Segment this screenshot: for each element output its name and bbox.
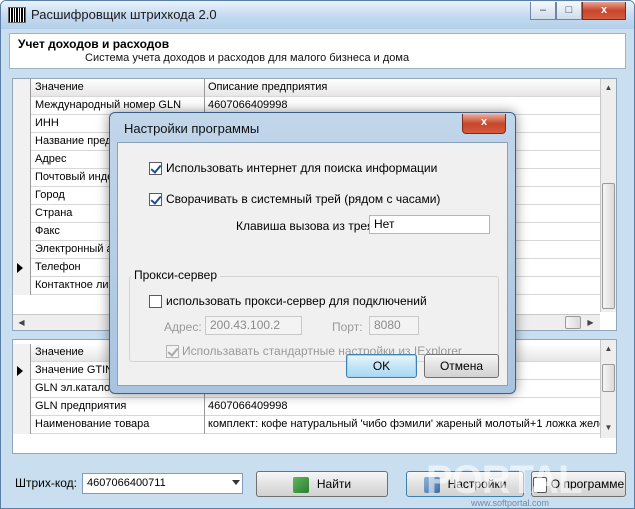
header-title: Учет доходов и расходов bbox=[18, 37, 170, 51]
find-arrow-icon bbox=[292, 476, 309, 493]
address-label: Адрес: bbox=[164, 320, 202, 334]
grid-header-row: Значение Описание предприятия bbox=[13, 79, 616, 97]
settings-dialog: Настройки программы x Использовать интер… bbox=[109, 112, 516, 394]
cell-name[interactable]: Наименование товара bbox=[32, 416, 205, 434]
table-row[interactable]: Наименование товара комплект: кофе натура… bbox=[13, 416, 616, 434]
window-title: Расшифровщик штрихкода 2.0 bbox=[31, 7, 217, 22]
proxy-group-title: Прокси-сервер bbox=[131, 268, 220, 282]
use-proxy-label: использовать прокси-сервер для подключен… bbox=[166, 294, 427, 308]
row-indicator[interactable] bbox=[13, 416, 31, 434]
address-input[interactable]: 200.43.100.2 bbox=[205, 316, 302, 335]
barcode-value: 4607066400711 bbox=[87, 477, 166, 489]
scroll-left-arrow-icon[interactable]: ◀ bbox=[14, 315, 29, 330]
table-row[interactable]: GLN предприятия 4607066409998 bbox=[13, 398, 616, 416]
row-indicator[interactable] bbox=[13, 277, 31, 295]
column-header-description[interactable]: Описание предприятия bbox=[205, 79, 603, 97]
scroll-down-arrow-icon[interactable]: ▼ bbox=[601, 420, 616, 435]
minimize-tray-label: Сворачивать в системный трей (рядом с ча… bbox=[166, 192, 441, 206]
hotkey-label: Клавиша вызова из трея bbox=[236, 219, 374, 233]
app-header: Учет доходов и расходов Система учета до… bbox=[9, 33, 626, 69]
cell-value[interactable]: комплект: кофе натуральный 'чибо фэмили'… bbox=[205, 416, 603, 434]
use-internet-label: Использовать интернет для поиска информа… bbox=[166, 161, 438, 175]
chevron-down-icon[interactable] bbox=[232, 480, 240, 485]
row-indicator bbox=[13, 79, 31, 97]
cell-name[interactable]: GLN предприятия bbox=[32, 398, 205, 416]
barcode-combobox[interactable]: 4607066400711 bbox=[82, 473, 243, 494]
watermark-logo: PORTAL bbox=[426, 458, 582, 502]
row-indicator[interactable] bbox=[13, 223, 31, 241]
minimize-tray-checkbox[interactable] bbox=[149, 193, 162, 206]
minimize-button[interactable]: – bbox=[530, 2, 556, 20]
port-input[interactable]: 8080 bbox=[369, 316, 419, 335]
dialog-title: Настройки программы bbox=[124, 121, 260, 136]
title-bar: Расшифровщик штрихкода 2.0 – □ x bbox=[1, 1, 634, 29]
scroll-right-arrow-icon[interactable]: ▶ bbox=[583, 315, 598, 330]
dialog-close-button[interactable]: x bbox=[462, 114, 506, 134]
row-indicator[interactable] bbox=[13, 398, 31, 416]
scroll-up-arrow-icon[interactable]: ▲ bbox=[601, 80, 616, 95]
cancel-button[interactable]: Отмена bbox=[424, 354, 499, 378]
header-subtitle: Система учета доходов и расходов для мал… bbox=[85, 52, 410, 64]
scroll-up-arrow-icon[interactable]: ▲ bbox=[601, 341, 616, 356]
ie-settings-label: Использавать стандартные настройки из IE… bbox=[182, 344, 462, 358]
hotkey-input[interactable]: Нет bbox=[369, 215, 490, 234]
close-button[interactable]: x bbox=[582, 2, 626, 20]
column-header-value[interactable]: Значение bbox=[32, 79, 205, 97]
row-indicator[interactable] bbox=[13, 362, 31, 380]
row-indicator[interactable] bbox=[13, 151, 31, 169]
row-indicator[interactable] bbox=[13, 205, 31, 223]
use-proxy-checkbox[interactable] bbox=[149, 295, 162, 308]
top-grid-vertical-scrollbar[interactable]: ▲ bbox=[600, 79, 616, 312]
barcode-label: Штрих-код: bbox=[15, 476, 77, 490]
row-indicator[interactable] bbox=[13, 241, 31, 259]
port-label: Порт: bbox=[332, 320, 363, 334]
use-internet-checkbox[interactable] bbox=[149, 162, 162, 175]
maximize-button[interactable]: □ bbox=[556, 2, 582, 20]
row-indicator[interactable] bbox=[13, 259, 31, 277]
current-row-arrow-icon bbox=[17, 263, 23, 273]
row-indicator[interactable] bbox=[13, 115, 31, 133]
row-indicator[interactable] bbox=[13, 133, 31, 151]
scroll-thumb[interactable] bbox=[602, 364, 615, 392]
watermark-url: www.softportal.com bbox=[471, 498, 550, 508]
horizontal-scroll-thumb[interactable] bbox=[565, 316, 581, 329]
row-indicator[interactable] bbox=[13, 380, 31, 398]
row-indicator[interactable] bbox=[13, 169, 31, 187]
row-indicator bbox=[13, 344, 31, 362]
current-row-arrow-icon bbox=[17, 366, 23, 376]
bottom-grid-vertical-scrollbar[interactable]: ▲ ▼ bbox=[600, 340, 616, 438]
find-button-label: Найти bbox=[316, 477, 352, 491]
row-indicator[interactable] bbox=[13, 187, 31, 205]
barcode-app-icon bbox=[8, 7, 26, 23]
row-indicator[interactable] bbox=[13, 97, 31, 115]
cell-value[interactable]: 4607066409998 bbox=[205, 398, 603, 416]
ok-button[interactable]: OK bbox=[346, 354, 417, 378]
ie-settings-checkbox[interactable] bbox=[166, 345, 179, 358]
dialog-body: Использовать интернет для поиска информа… bbox=[117, 142, 508, 386]
find-button[interactable]: Найти bbox=[256, 471, 388, 497]
scroll-thumb[interactable] bbox=[602, 183, 615, 309]
